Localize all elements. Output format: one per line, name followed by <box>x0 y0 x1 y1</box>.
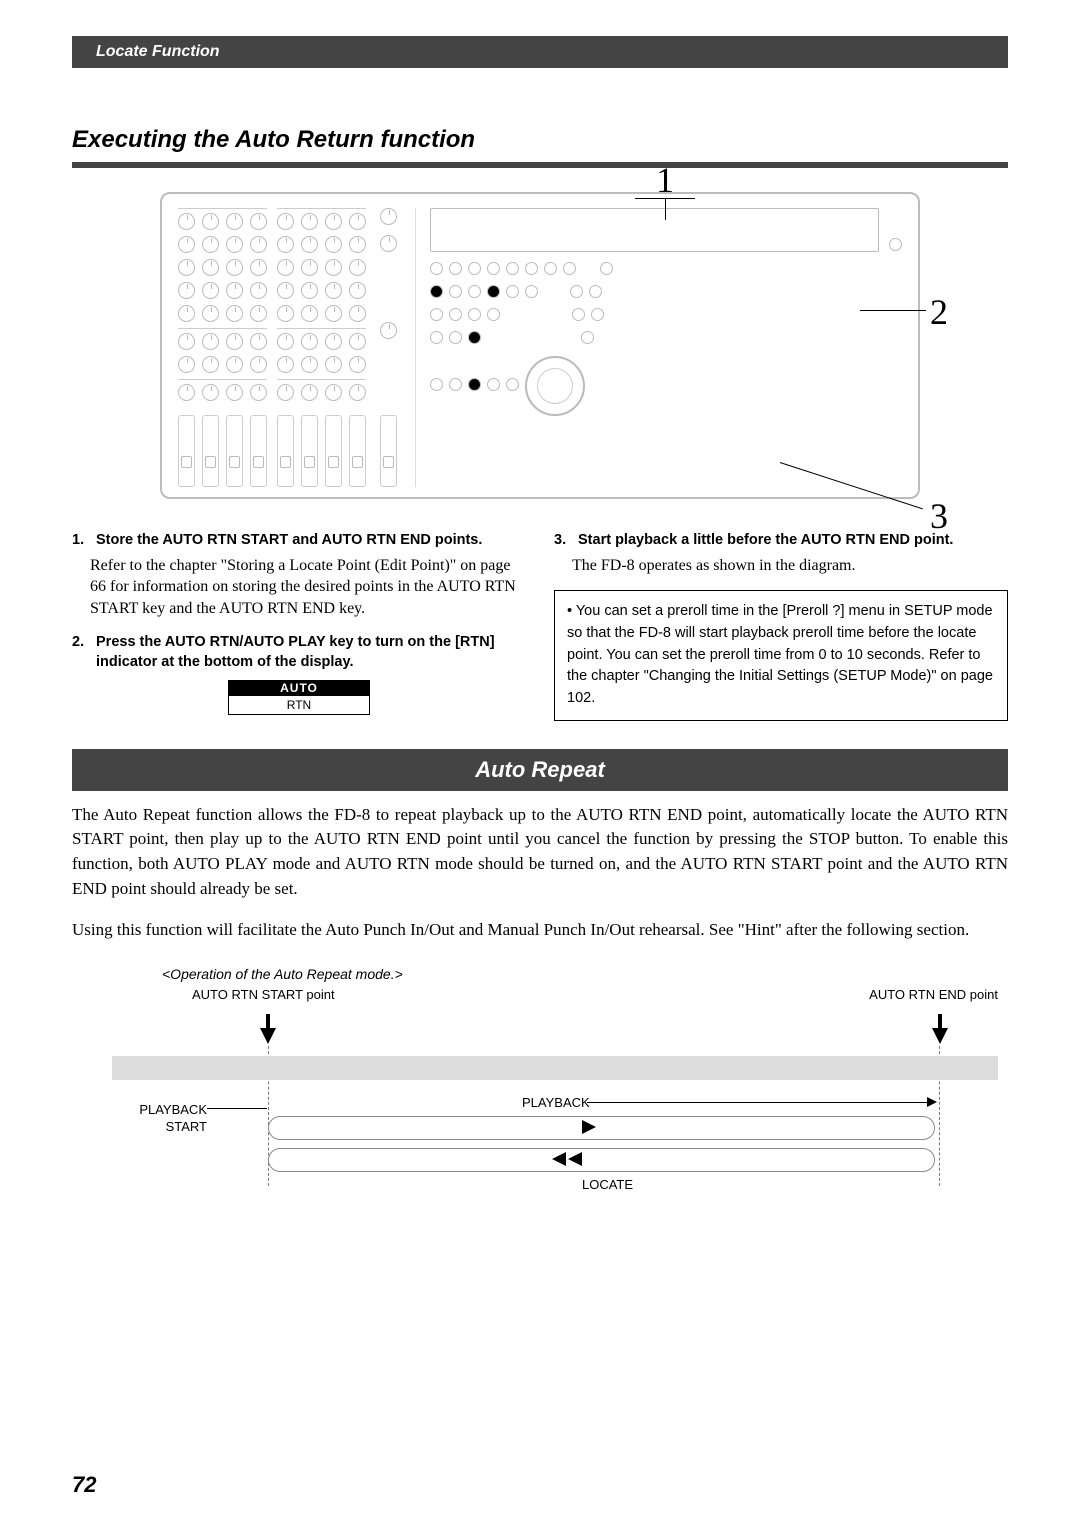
callout-2: 2 <box>930 288 948 337</box>
jog-dial-icon <box>525 356 585 416</box>
rtn-indicator-graphic: AUTO RTN <box>228 680 370 715</box>
right-column: 3. Start playback a little before the AU… <box>554 531 1008 721</box>
section-underline <box>72 162 1008 168</box>
step-1-body: Refer to the chapter "Storing a Locate P… <box>90 555 526 620</box>
auto-repeat-title: Auto Repeat <box>72 749 1008 791</box>
section-title: Executing the Auto Return function <box>72 124 1008 156</box>
step-3-body: The FD-8 operates as shown in the diagra… <box>572 555 1008 577</box>
step-3-title: Start playback a little before the AUTO … <box>578 531 953 551</box>
step-1-number: 1. <box>72 531 90 551</box>
playback-bar <box>268 1116 935 1140</box>
step-2-number: 2. <box>72 633 90 672</box>
callout-3: 3 <box>930 492 948 541</box>
down-arrow-icon <box>932 1028 948 1044</box>
diagram-caption: <Operation of the Auto Repeat mode.> <box>162 965 1008 984</box>
locate-bar <box>268 1148 935 1172</box>
note-box: • You can set a preroll time in the [Pre… <box>554 590 1008 721</box>
chapter-header: Locate Function <box>72 36 1008 68</box>
diag-playback-start: PLAYBACK START <box>112 1101 207 1136</box>
auto-repeat-paragraph: The Auto Repeat function allows the FD-8… <box>72 803 1008 902</box>
step-3-number: 3. <box>554 531 572 551</box>
diag-end-label: AUTO RTN END point <box>869 986 998 1004</box>
down-arrow-icon <box>260 1028 276 1044</box>
auto-repeat-diagram: AUTO RTN START point AUTO RTN END point … <box>112 986 998 1196</box>
rtn-indicator-bottom: RTN <box>229 696 369 714</box>
rewind-icon <box>552 1152 566 1166</box>
auto-repeat-paragraph-2: Using this function will facilitate the … <box>72 918 1008 943</box>
step-1-title: Store the AUTO RTN START and AUTO RTN EN… <box>96 531 482 551</box>
diag-locate: LOCATE <box>582 1176 633 1194</box>
rtn-indicator-top: AUTO <box>229 681 369 695</box>
play-icon <box>582 1120 596 1134</box>
console-illustration: 1 2 3 <box>160 192 920 499</box>
left-column: 1. Store the AUTO RTN START and AUTO RTN… <box>72 531 526 721</box>
page-number: 72 <box>72 1470 96 1500</box>
diag-start-label: AUTO RTN START point <box>192 986 335 1004</box>
step-2-title: Press the AUTO RTN/AUTO PLAY key to turn… <box>96 633 526 672</box>
diag-playback: PLAYBACK <box>522 1094 590 1112</box>
